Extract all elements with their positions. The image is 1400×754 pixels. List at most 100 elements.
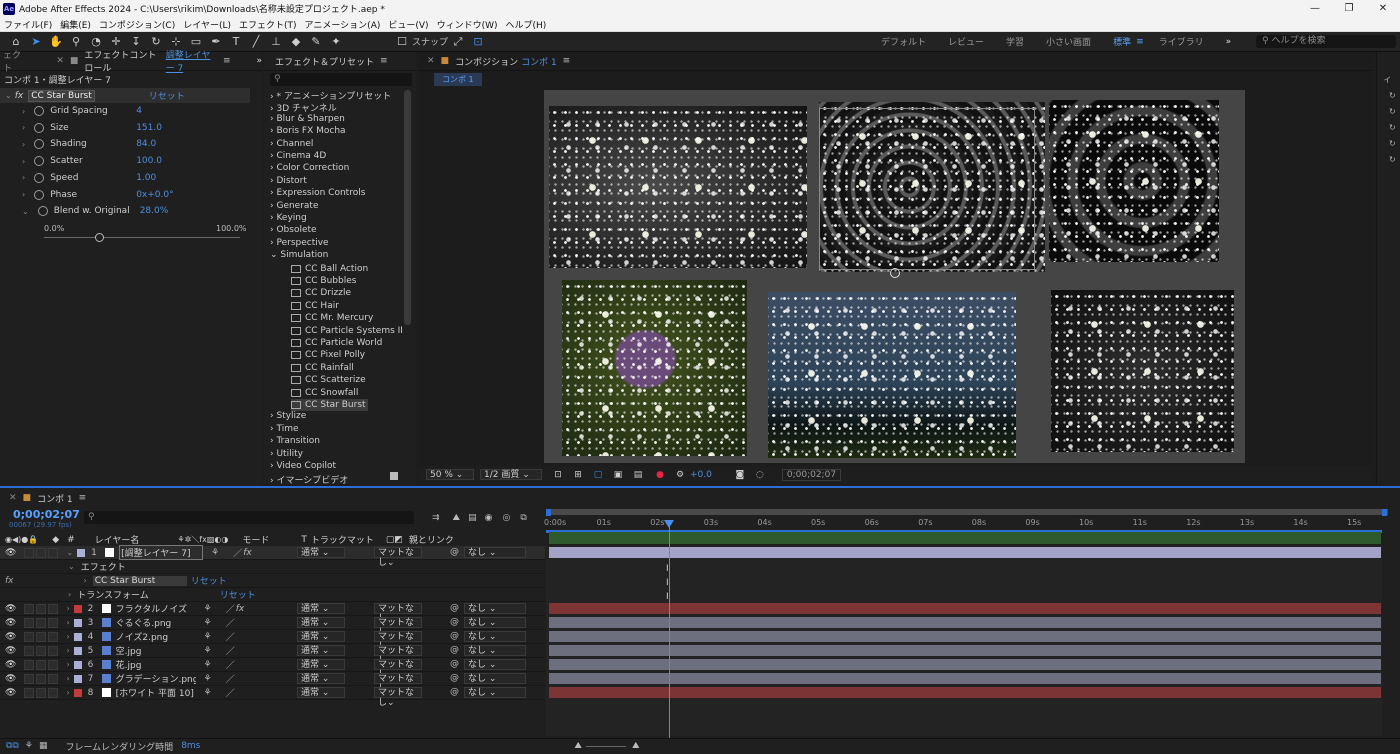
effect-category[interactable]: › Cinema 4D (270, 151, 326, 163)
audio-toggle[interactable] (24, 673, 35, 684)
chevron-right-icon[interactable]: › (68, 590, 71, 599)
resolution-dropdown[interactable]: 1/2 画質 ⌄ (480, 469, 542, 480)
chevron-right-icon[interactable]: › (66, 688, 69, 697)
menu-view[interactable]: ビュー(V) (388, 18, 428, 31)
fx-icon[interactable]: fx (5, 576, 14, 586)
paragraph-icons[interactable]: ↻ ↻ ↻ ↻ ↻ (1389, 88, 1396, 168)
chevron-right-icon[interactable]: › (22, 140, 25, 149)
effect-item[interactable]: CC Drizzle (291, 287, 351, 299)
eye-icon[interactable]: 👁 (5, 632, 16, 642)
roto-brush-icon[interactable]: ✎ (308, 34, 324, 50)
mode-dropdown[interactable]: 通常 ⌄ (297, 673, 345, 684)
layer-duration-bar[interactable] (549, 547, 1381, 558)
panel-menu-icon[interactable]: ≡ (563, 56, 571, 66)
layer-name[interactable]: ノイズ2.png (116, 630, 196, 643)
zoom-tool-icon[interactable]: ⚲ (68, 34, 84, 50)
menu-window[interactable]: ウィンドウ(W) (437, 18, 498, 31)
track-matte-dropdown[interactable]: マットなし⌄ (374, 673, 422, 694)
menu-edit[interactable]: 編集(E) (60, 18, 91, 31)
mode-dropdown[interactable]: 通常 ⌄ (297, 645, 345, 656)
effect-category[interactable]: › Keying (270, 213, 307, 225)
parent-link-header[interactable]: 親とリンク (409, 533, 454, 546)
quality-switch-icon[interactable]: ／ (226, 602, 235, 615)
shy-switch-icon[interactable]: ⚘ (204, 688, 212, 698)
layer-duration-bar[interactable] (549, 645, 1381, 656)
effect-controls-target[interactable]: 調整レイヤー 7 (166, 48, 215, 74)
workspace-menu-icon[interactable]: ≡ (1136, 37, 1144, 47)
close-tab-icon[interactable]: ✕ (9, 493, 17, 503)
layer-duration-bar[interactable] (549, 631, 1381, 642)
stopwatch-icon[interactable] (34, 189, 45, 200)
shy-switch-icon[interactable]: ⚘ (204, 632, 212, 642)
audio-toggle[interactable] (24, 547, 35, 558)
lock-icon[interactable]: ■ (70, 56, 79, 66)
snap-grid-icon[interactable]: ⊡ (470, 34, 486, 50)
fx-switch-icon[interactable]: fx (243, 548, 252, 558)
effect-category[interactable]: › Color Correction (270, 163, 349, 175)
timeline-effect-name[interactable]: CC Star Burst (92, 575, 187, 586)
label-color-swatch[interactable] (73, 632, 82, 641)
puppet-pin-icon[interactable]: ✦ (328, 34, 344, 50)
solo-toggle[interactable] (36, 659, 47, 670)
effect-category[interactable]: › Blur & Sharpen (270, 114, 345, 126)
label-color-swatch[interactable] (73, 618, 82, 627)
track-matte-dropdown[interactable]: マットなし⌄ (374, 631, 422, 652)
frame-blending-icon[interactable]: ◉ (485, 513, 493, 523)
effect-category[interactable]: › Distort (270, 176, 307, 188)
parent-dropdown[interactable]: なし ⌄ (464, 603, 526, 614)
menu-animation[interactable]: アニメーション(A) (305, 18, 381, 31)
playhead-line[interactable] (668, 520, 670, 738)
layer-duration-bar[interactable] (549, 617, 1381, 628)
layer-duration-bar[interactable] (549, 603, 1381, 614)
transform-reset[interactable]: リセット (220, 588, 256, 601)
stopwatch-icon[interactable] (37, 206, 48, 217)
menu-composition[interactable]: コンポジション(C) (99, 18, 175, 31)
layer-icon[interactable]: ▦ (39, 741, 48, 751)
shy-switch-icon[interactable]: ⚘ (204, 674, 212, 684)
effect-item[interactable]: CC Pixel Polly (291, 349, 365, 361)
timeline-effect-reset[interactable]: リセット (191, 574, 227, 587)
audio-toggle[interactable] (24, 631, 35, 642)
effect-category[interactable]: › Stylize (270, 411, 306, 423)
minimize-icon[interactable]: — (1298, 0, 1332, 17)
layer-name[interactable]: [ホワイト 平面 10] (116, 686, 196, 699)
timeline-search-input[interactable]: ⚲ (84, 511, 414, 524)
pickwhip-icon[interactable]: @ (450, 687, 459, 697)
audio-toggle[interactable] (24, 617, 35, 628)
effect-category[interactable]: › Obsolete (270, 225, 317, 237)
chevron-right-icon[interactable]: › (22, 157, 25, 166)
lock-toggle[interactable] (48, 547, 59, 558)
chevron-right-icon[interactable]: › (66, 618, 69, 627)
lock-toggle[interactable] (48, 603, 59, 614)
chevron-down-icon[interactable]: ⌄ (68, 562, 75, 571)
workspace-review[interactable]: レビュー (948, 35, 984, 48)
quality-switch-icon[interactable]: ／ (226, 644, 235, 657)
hand-tool-icon[interactable]: ✋ (48, 34, 64, 50)
current-time-display[interactable]: 0;00;02;07 (781, 468, 842, 481)
work-area-start-handle[interactable] (546, 509, 551, 516)
mode-dropdown[interactable]: 通常 ⌄ (297, 547, 345, 558)
workspace-small-screen[interactable]: 小さい画面 (1046, 35, 1091, 48)
chevron-right-icon[interactable]: › (66, 646, 69, 655)
effect-item[interactable]: CC Scatterize (291, 374, 366, 386)
eye-icon[interactable]: 👁 (5, 674, 16, 684)
chevron-right-icon[interactable]: › (66, 660, 69, 669)
lock-icon[interactable]: ■ (23, 493, 32, 503)
clone-stamp-icon[interactable]: ⊥ (268, 34, 284, 50)
fit-icon[interactable]: ⊡ (550, 467, 566, 483)
workspace-learn[interactable]: 学習 (1006, 35, 1024, 48)
parent-dropdown[interactable]: なし ⌄ (464, 659, 526, 670)
layer-name[interactable]: 空.jpg (116, 644, 196, 657)
workspace-libraries[interactable]: ライブラリ (1159, 35, 1204, 48)
effect-item[interactable]: CC Particle World (291, 337, 382, 349)
audio-toggle[interactable] (24, 687, 35, 698)
fx-switch-icon[interactable]: fx (236, 604, 245, 614)
timeline-zoom-slider[interactable] (585, 745, 626, 747)
solo-toggle[interactable] (36, 673, 47, 684)
quality-switch-icon[interactable]: ／ (226, 672, 235, 685)
effect-item[interactable]: CC Bubbles (291, 275, 356, 287)
stopwatch-icon[interactable] (34, 156, 45, 167)
track-matte-dropdown[interactable]: マットなし⌄ (374, 687, 422, 708)
comp-subtab[interactable]: コンポ 1 (434, 73, 482, 86)
lock-toggle[interactable] (48, 631, 59, 642)
